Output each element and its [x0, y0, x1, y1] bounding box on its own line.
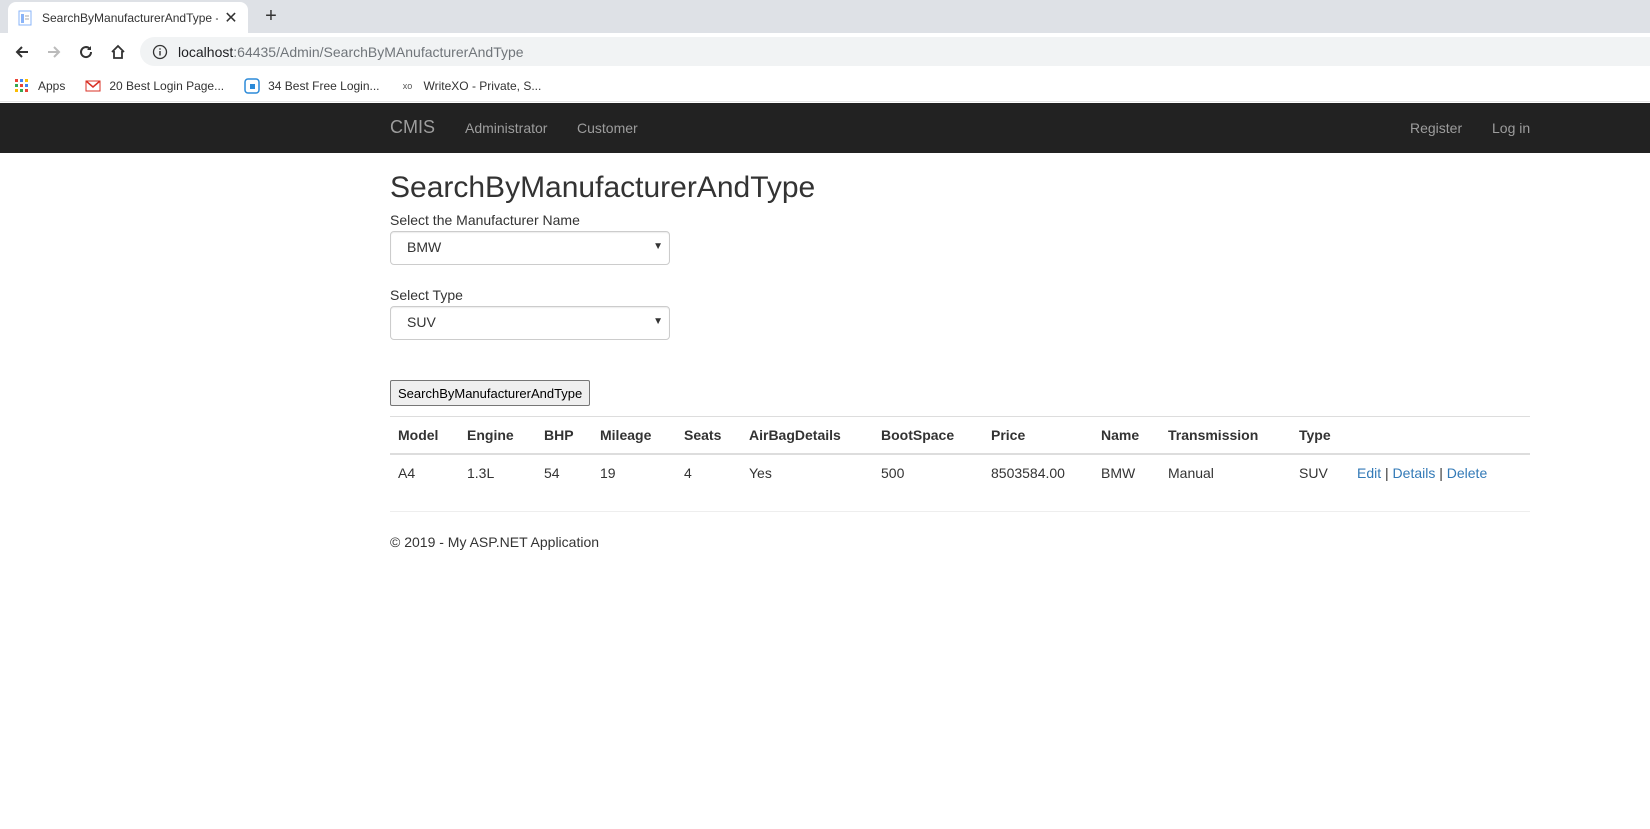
bookmark-apps[interactable]: Apps: [14, 78, 65, 94]
cell-actions: Edit | Details | Delete: [1349, 453, 1530, 491]
cell-mileage: 19: [592, 453, 676, 491]
column-header: BHP: [536, 416, 592, 455]
type-selected-value: SUV: [407, 314, 436, 330]
bookmark-login-pages[interactable]: 20 Best Login Page...: [85, 78, 224, 94]
url-path: :64435/Admin/SearchByMAnufacturerAndType: [233, 43, 524, 60]
reload-icon[interactable]: [74, 40, 98, 64]
site-navbar: CMIS Administrator Customer Register Log…: [0, 103, 1650, 153]
bookmark-label: 20 Best Login Page...: [109, 78, 225, 93]
search-button[interactable]: SearchByManufacturerAndType: [390, 380, 591, 406]
bookmark-label: 34 Best Free Login...: [268, 78, 380, 93]
page-title: SearchByManufacturerAndType: [390, 171, 816, 204]
column-header: Model: [390, 416, 459, 455]
brand-link[interactable]: CMIS: [390, 117, 435, 138]
home-icon[interactable]: [106, 40, 130, 64]
bookmarks-bar: Apps 20 Best Login Page... 34 Best Free …: [0, 70, 1650, 102]
type-label: Select Type: [390, 287, 463, 303]
close-icon[interactable]: ✕: [224, 8, 238, 28]
cell-bhp: 54: [536, 453, 592, 491]
column-header: Type: [1291, 416, 1349, 455]
info-icon[interactable]: [152, 44, 168, 60]
cell-seats: 4: [676, 453, 741, 491]
cell-bootspace: 500: [873, 453, 983, 491]
cell-engine: 1.3L: [459, 453, 536, 491]
column-header: [1349, 416, 1530, 455]
new-tab-button[interactable]: +: [260, 6, 282, 28]
column-header: BootSpace: [873, 416, 983, 455]
bookmark-label: Apps: [38, 78, 66, 93]
edit-link[interactable]: Edit: [1357, 465, 1381, 481]
bookmark-writexo[interactable]: xo WriteXO - Private, S...: [400, 78, 542, 94]
separator: |: [1385, 465, 1389, 481]
gmail-icon: [85, 78, 101, 94]
address-bar[interactable]: localhost:64435/Admin/SearchByMAnufactur…: [140, 37, 1650, 66]
column-header: Transmission: [1160, 416, 1291, 455]
type-select[interactable]: SUV ▼: [390, 306, 670, 340]
tab-title: SearchByManufacturerAndType -: [42, 10, 218, 25]
column-header: Price: [983, 416, 1093, 455]
separator: |: [1439, 465, 1443, 481]
url-host: localhost: [178, 43, 234, 60]
footer-text: © 2019 - My ASP.NET Application: [390, 534, 600, 550]
column-header: Seats: [676, 416, 741, 455]
browser-tabstrip: SearchByManufacturerAndType - ✕ +: [0, 0, 1650, 33]
apps-grid-icon: [14, 78, 30, 94]
nav-register[interactable]: Register: [1410, 120, 1462, 136]
column-header: AirBagDetails: [741, 416, 873, 455]
forward-icon[interactable]: [42, 40, 66, 64]
cell-model: A4: [390, 453, 459, 491]
column-header: Name: [1093, 416, 1160, 455]
manufacturer-select[interactable]: BMW ▼: [390, 231, 670, 265]
nav-administrator[interactable]: Administrator: [465, 120, 547, 136]
results-table: Model Engine BHP Mileage Seats AirBagDet…: [390, 416, 1530, 491]
delete-link[interactable]: Delete: [1447, 465, 1487, 481]
cell-type: SUV: [1291, 453, 1349, 491]
browser-tab[interactable]: SearchByManufacturerAndType - ✕: [8, 2, 248, 33]
column-header: Mileage: [592, 416, 676, 455]
bookmark-free-login[interactable]: 34 Best Free Login...: [244, 77, 380, 94]
chevron-down-icon: ▼: [653, 241, 663, 252]
browser-toolbar: localhost:64435/Admin/SearchByMAnufactur…: [0, 33, 1650, 70]
document-icon: [18, 10, 32, 26]
back-icon[interactable]: [10, 40, 34, 64]
cell-airbag: Yes: [741, 453, 873, 491]
table-header-row: Model Engine BHP Mileage Seats AirBagDet…: [390, 416, 1530, 455]
nav-login[interactable]: Log in: [1492, 120, 1530, 136]
cell-name: BMW: [1093, 453, 1160, 491]
details-link[interactable]: Details: [1393, 465, 1436, 481]
table-row: A4 1.3L 54 19 4 Yes 500 8503584.00 BMW M…: [390, 453, 1530, 491]
column-header: Engine: [459, 416, 536, 455]
bookmark-label: WriteXO - Private, S...: [423, 78, 542, 93]
footer-divider: [390, 511, 1530, 512]
cell-price: 8503584.00: [983, 453, 1093, 491]
manufacturer-selected-value: BMW: [407, 239, 442, 255]
site-icon: [244, 77, 260, 94]
main-content: SearchByManufacturerAndType Select the M…: [390, 153, 1530, 550]
cell-transmission: Manual: [1160, 453, 1291, 491]
writexo-icon: xo: [402, 80, 413, 91]
manufacturer-label: Select the Manufacturer Name: [390, 212, 580, 228]
chevron-down-icon: ▼: [653, 316, 663, 327]
nav-customer[interactable]: Customer: [577, 120, 638, 136]
